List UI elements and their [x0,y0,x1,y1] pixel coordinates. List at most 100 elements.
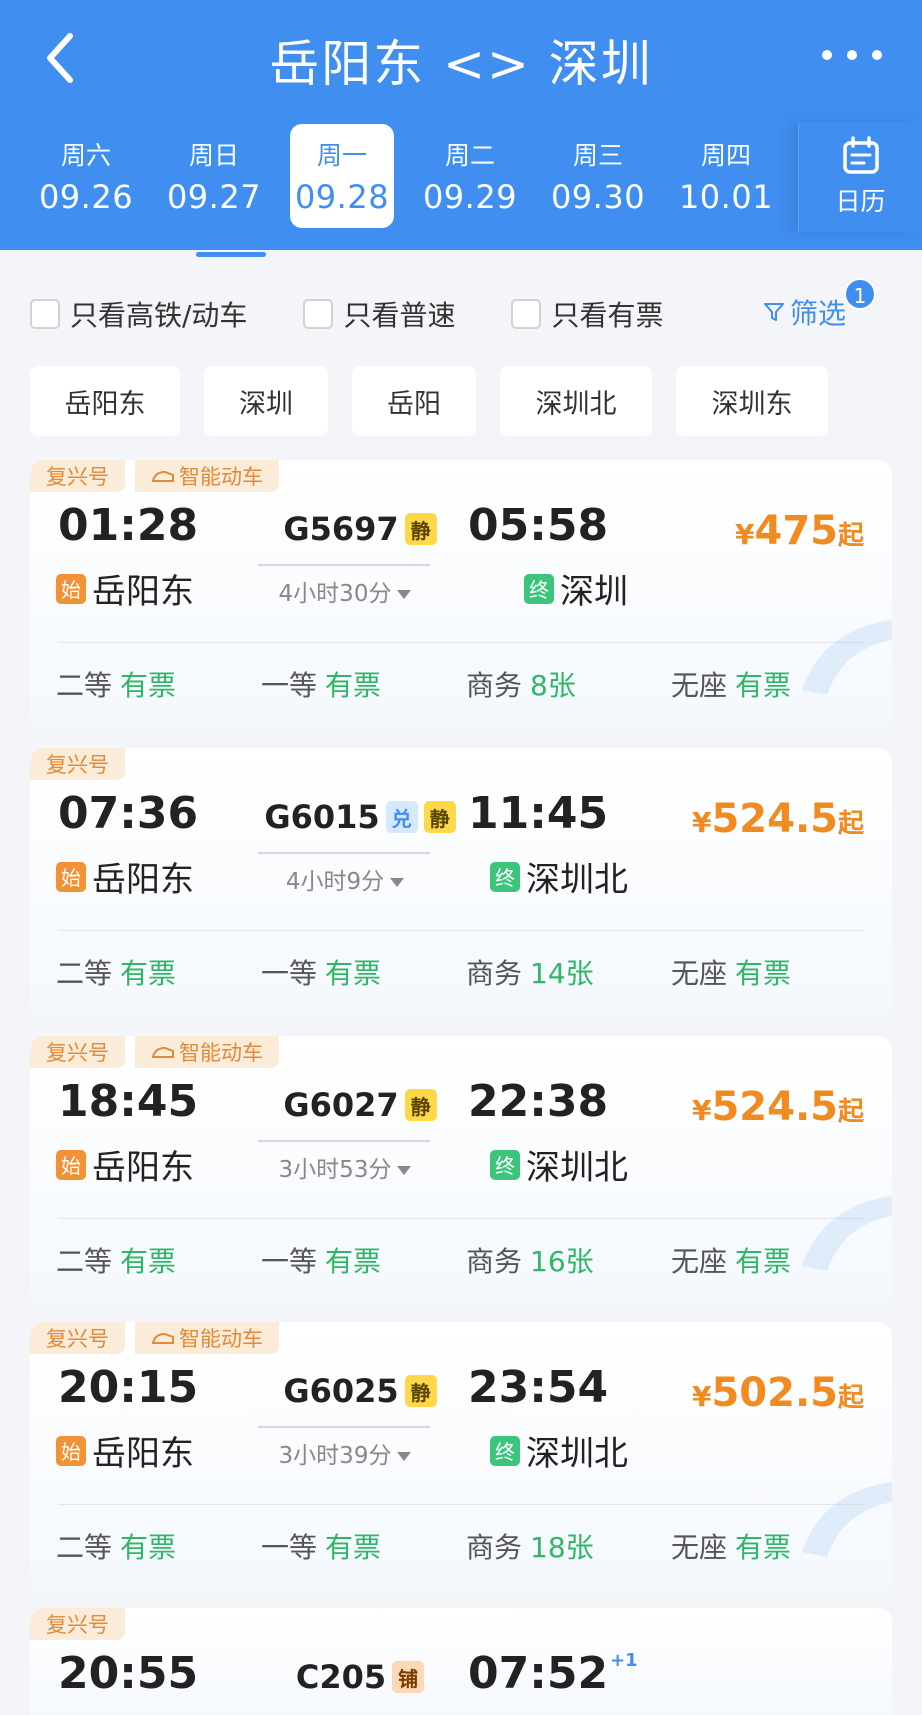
date-tab-weekday: 周六 [60,141,111,170]
train-icon [151,1046,174,1058]
seat-availability: 有票 [325,957,382,990]
duration-toggle[interactable]: 4小时30分 [260,574,430,608]
checkbox-label: 只看普速 [343,299,456,332]
date-tabs: 周六 09.26 周日 09.27 周一 09.28 周二 09.29 周三 09.30 … [22,124,790,228]
date-tab[interactable]: 周三 09.30 [534,124,662,228]
currency-symbol: ¥ [735,518,755,551]
departure-time: 20:55 [58,1648,199,1699]
date-tab-date: 09.30 [550,178,646,216]
price-from-label: 起 [837,1097,864,1127]
caret-down-icon [397,1166,412,1175]
calendar-button[interactable]: 日历 [798,122,922,232]
seat-availability: 有票 [120,1531,177,1564]
station-chip[interactable]: 深圳 [204,366,328,436]
seat-label: 二等 [56,1245,113,1278]
seat-business: 商务 16张 [466,1240,671,1280]
duration-toggle[interactable]: 4小时9分 [260,862,430,896]
date-tab[interactable]: 周日 09.27 [150,124,278,228]
train-number-text: C205 [295,1658,387,1696]
train-watermark-icon [802,1482,892,1557]
date-tab-selected[interactable]: 周一 09.28 [290,124,394,228]
duration-toggle[interactable]: 3小时53分 [260,1150,430,1184]
departure-time: 01:28 [58,500,199,551]
price-value: 524.5 [711,1084,838,1130]
train-tags: 复兴号 智能动车 [30,460,289,492]
seat-availability: 有票 [120,1245,177,1278]
caret-down-icon [397,590,412,599]
quiet-car-badge: 静 [404,513,437,545]
available-only-checkbox[interactable]: 只看有票 [511,294,663,334]
fuxing-tag: 复兴号 [30,1608,125,1640]
seat-availability: 有票 [325,669,382,702]
train-number-text: G6015 [264,798,380,836]
train-card[interactable]: 复兴号 智能动车 20:15 始岳阳东 G6025 静 3小时39分 23:54 … [30,1322,892,1592]
date-tab-weekday: 周一 [316,141,367,170]
arrival-station: 终深圳北 [490,1140,628,1189]
seat-second-class: 二等 有票 [56,1526,261,1566]
more-dot-icon [872,50,882,60]
fuxing-tag: 复兴号 [30,748,125,780]
route-line [258,1426,430,1428]
price: ¥475 起 [735,508,864,554]
seat-label: 无座 [671,957,728,990]
departure-station-name: 岳阳东 [92,1434,194,1474]
route-line [258,564,430,566]
start-station-icon: 始 [56,573,86,604]
arrival-station: 终深圳北 [490,852,628,901]
date-tab[interactable]: 周六 09.26 [22,124,150,228]
smart-emu-label: 智能动车 [179,1041,263,1065]
station-chip[interactable]: 岳阳东 [30,366,180,436]
arrival-station: 终深圳 [524,564,628,613]
filter-button[interactable]: 筛选 1 [762,278,876,332]
checkbox-box[interactable] [303,299,334,329]
departure-station: 始岳阳东 [56,564,194,613]
more-options-button[interactable] [822,40,882,70]
train-card[interactable]: 复兴号 智能动车 01:28 始岳阳东 G5697 静 4小时30分 05:58 … [30,460,892,730]
seat-availability: 有票 [325,1245,382,1278]
seat-first-class: 一等 有票 [261,664,466,704]
train-tags: 复兴号 智能动车 [30,1322,289,1354]
seat-second-class: 二等 有票 [56,1240,261,1280]
seat-availability-row: 二等 有票 一等 有票 商务 16张 无座 有票 [56,1240,876,1280]
header-bar: 岳阳东 <> 深圳 周六 09.26 周日 09.27 周一 09.28 周二 09.2… [0,0,922,250]
seat-availability: 有票 [120,669,177,702]
date-tab[interactable]: 周二 09.29 [406,124,534,228]
checkbox-box[interactable] [30,299,60,329]
currency-symbol: ¥ [691,1380,712,1413]
fuxing-tag: 复兴号 [30,1322,125,1354]
train-icon [151,1332,174,1344]
seat-availability-row: 二等 有票 一等 有票 商务 8张 无座 有票 [56,664,876,704]
page-title: 岳阳东 <> 深圳 [269,35,653,93]
departure-station: 始岳阳东 [56,1426,194,1475]
seat-first-class: 一等 有票 [261,1240,466,1280]
date-tab-date: 09.27 [166,178,262,216]
quiet-car-badge: 静 [404,1089,437,1121]
station-chip[interactable]: 岳阳 [352,366,476,436]
seat-availability-row: 二等 有票 一等 有票 商务 18张 无座 有票 [56,1526,876,1566]
seat-availability: 有票 [325,1531,382,1564]
high-speed-only-checkbox[interactable]: 只看高铁/动车 [30,294,247,334]
duration-toggle[interactable]: 3小时39分 [260,1436,430,1470]
station-chip[interactable]: 深圳东 [676,366,828,436]
arrival-time: 23:54 [468,1362,609,1413]
normal-speed-only-checkbox[interactable]: 只看普速 [303,294,455,334]
seat-business: 商务 14张 [466,952,671,992]
arrival-time: 22:38 [468,1076,609,1127]
currency-symbol: ¥ [691,1094,712,1127]
train-card[interactable]: 复兴号 07:36 始岳阳东 G6015 兑静 4小时9分 11:45 终深圳北 … [30,748,892,1018]
arrival-station-name: 深圳北 [526,1148,628,1188]
train-card[interactable]: 复兴号 智能动车 18:45 始岳阳东 G6027 静 3小时53分 22:38 … [30,1036,892,1306]
start-station-icon: 始 [56,1435,86,1466]
train-watermark-icon [802,1196,892,1271]
smart-emu-label: 智能动车 [179,1327,263,1351]
funnel-icon [763,303,784,321]
departure-station: 始岳阳东 [56,852,194,901]
seat-business: 商务 18张 [466,1526,671,1566]
station-chip[interactable]: 深圳北 [500,366,652,436]
train-card[interactable]: 复兴号 20:55 C205 铺 07:52 +1 [30,1608,892,1715]
train-number: G5697 静 [260,510,460,548]
price-value: 524.5 [711,796,838,842]
checkbox-box[interactable] [511,299,542,329]
departure-time: 18:45 [58,1076,199,1127]
date-tab[interactable]: 周四 10.01 [662,124,790,228]
